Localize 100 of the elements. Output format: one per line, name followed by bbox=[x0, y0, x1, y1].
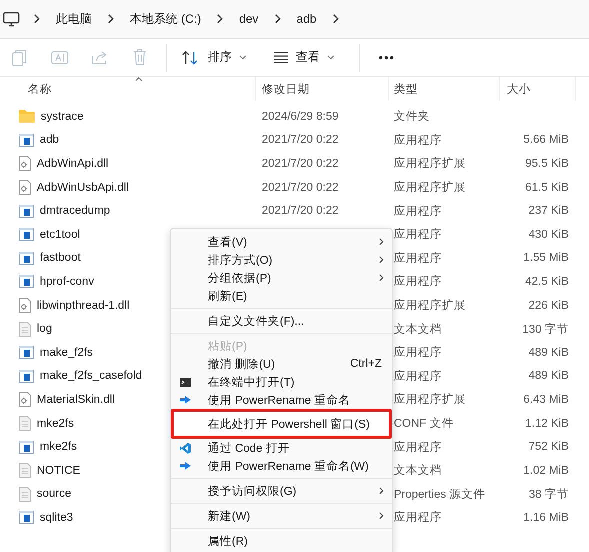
modified-date: 2021/7/20 0:22 bbox=[262, 158, 339, 170]
menu-item[interactable]: 使用 PowerRename 重命名 bbox=[208, 392, 350, 408]
file-type: 文件夹 bbox=[394, 111, 430, 124]
file-name[interactable]: mke2fs bbox=[40, 441, 78, 454]
menu-item[interactable]: 属性(R) bbox=[208, 534, 248, 548]
modified-date: 2021/7/20 0:22 bbox=[262, 205, 339, 218]
file-type: 文本文档 bbox=[394, 324, 442, 336]
caret-icon bbox=[327, 55, 335, 60]
menu-item[interactable]: 通过 Code 打开 bbox=[208, 440, 290, 456]
file-type: 应用程序扩展 bbox=[394, 158, 466, 170]
application-icon bbox=[19, 346, 34, 360]
column-header[interactable]: 类型 bbox=[394, 82, 418, 96]
file-name[interactable]: log bbox=[37, 323, 52, 336]
application-icon bbox=[19, 275, 34, 288]
application-icon bbox=[19, 440, 34, 454]
file-type: 应用程序 bbox=[394, 512, 442, 524]
file-type: 应用程序 bbox=[394, 252, 442, 265]
file-name[interactable]: etc1tool bbox=[40, 228, 80, 241]
file-size: 1.16 MiB bbox=[524, 512, 569, 524]
breadcrumb-item[interactable]: dev bbox=[239, 12, 259, 26]
file-name[interactable]: NOTICE bbox=[37, 464, 80, 477]
menu-item[interactable]: 撤消 删除(U) bbox=[208, 356, 276, 372]
file-name[interactable]: libwinpthread-1.dll bbox=[37, 300, 130, 312]
list-view-icon bbox=[273, 52, 289, 64]
file-name[interactable]: sqlite3 bbox=[40, 512, 74, 524]
sort-button[interactable]: 排序 bbox=[173, 45, 255, 70]
file-type: CONF 文件 bbox=[394, 418, 454, 430]
file-name[interactable]: AdbWinApi.dll bbox=[37, 158, 109, 170]
application-icon bbox=[19, 252, 34, 265]
document-icon bbox=[19, 416, 31, 432]
file-name[interactable]: adb bbox=[40, 134, 60, 146]
file-name[interactable]: source bbox=[37, 488, 72, 500]
code-editor-icon bbox=[180, 442, 191, 454]
file-name[interactable]: hprof-conv bbox=[40, 276, 94, 288]
file-type: 应用程序扩展 bbox=[394, 182, 466, 194]
breadcrumb-item[interactable]: 本地系统 (C:) bbox=[130, 10, 202, 28]
modified-date: 2021/7/20 0:22 bbox=[262, 182, 339, 194]
application-icon bbox=[19, 370, 34, 383]
modified-date: 2024/6/29 8:59 bbox=[262, 110, 339, 123]
file-name[interactable]: AdbWinUsbApi.dll bbox=[37, 182, 130, 194]
menu-item[interactable]: 使用 PowerRename 重命名(W) bbox=[208, 458, 369, 474]
shortcut-text: Ctrl+Z bbox=[350, 358, 382, 370]
file-size: 42.5 KiB bbox=[526, 276, 569, 288]
file-type: 应用程序 bbox=[394, 442, 442, 454]
file-type: Properties 源文件 bbox=[394, 488, 486, 501]
menu-item[interactable]: 在此处打开 Powershell 窗口(S) bbox=[208, 416, 370, 432]
file-size: 237 KiB bbox=[528, 205, 569, 218]
file-type: 应用程序 bbox=[394, 206, 442, 218]
file-name[interactable]: systrace bbox=[41, 110, 84, 123]
more-icon[interactable] bbox=[379, 56, 394, 60]
file-name[interactable]: fastboot bbox=[40, 252, 81, 264]
chevron-icon bbox=[332, 14, 339, 24]
chevron-icon bbox=[274, 14, 281, 24]
file-size: 489 KiB bbox=[528, 370, 569, 382]
caret-icon bbox=[239, 55, 247, 60]
file-size: 95.5 KiB bbox=[526, 158, 569, 170]
file-name[interactable]: make_f2fs bbox=[40, 346, 94, 359]
breadcrumb-item[interactable]: 此电脑 bbox=[56, 10, 92, 28]
folder-icon bbox=[19, 110, 35, 124]
file-name[interactable]: dmtracedump bbox=[40, 205, 110, 218]
column-header[interactable]: 名称 bbox=[28, 82, 52, 96]
menu-item[interactable]: 刷新(E) bbox=[208, 288, 248, 304]
menu-item[interactable]: 新建(W) bbox=[208, 508, 251, 524]
column-header[interactable]: 修改日期 bbox=[262, 82, 310, 96]
dll-file-icon bbox=[19, 392, 31, 408]
document-icon bbox=[19, 463, 31, 478]
file-size: 1.02 MiB bbox=[524, 464, 569, 477]
dll-file-icon bbox=[19, 298, 31, 314]
view-button[interactable]: 查看 bbox=[265, 45, 343, 70]
arrow-icon bbox=[180, 462, 191, 470]
file-size: 61.5 KiB bbox=[526, 182, 569, 194]
file-type: 应用程序 bbox=[394, 276, 442, 288]
menu-item[interactable]: 自定义文件夹(F)... bbox=[208, 314, 304, 328]
file-type: 应用程序 bbox=[394, 229, 442, 242]
file-name[interactable]: mke2fs bbox=[37, 418, 74, 430]
dll-file-icon bbox=[19, 156, 31, 172]
chevron-icon bbox=[34, 14, 40, 24]
menu-item[interactable]: 在终端中打开(T) bbox=[208, 374, 295, 390]
menu-item[interactable]: 授予访问权限(G) bbox=[208, 484, 297, 498]
menu-item[interactable]: 分组依据(P) bbox=[208, 270, 272, 286]
file-size: 752 KiB bbox=[528, 441, 569, 454]
menu-item[interactable]: 查看(V) bbox=[208, 234, 248, 250]
column-header[interactable]: 大小 bbox=[507, 82, 531, 96]
file-type: 应用程序扩展 bbox=[394, 394, 466, 406]
application-icon bbox=[19, 204, 34, 218]
computer-icon[interactable] bbox=[3, 12, 20, 26]
arrow-icon bbox=[180, 396, 191, 404]
chevron-icon bbox=[217, 14, 224, 24]
breadcrumb-item[interactable]: adb bbox=[296, 12, 317, 26]
menu-item[interactable]: 排序方式(O) bbox=[208, 252, 273, 268]
file-name[interactable]: make_f2fs_casefold bbox=[40, 370, 142, 382]
file-size: 6.43 MiB bbox=[524, 394, 569, 406]
file-size: 226 KiB bbox=[528, 300, 569, 312]
application-icon bbox=[19, 511, 34, 524]
modified-date: 2021/7/20 0:22 bbox=[262, 134, 339, 146]
document-icon bbox=[19, 322, 31, 337]
file-size: 5.66 MiB bbox=[524, 134, 569, 146]
file-size: 430 KiB bbox=[528, 228, 569, 241]
chevron-icon bbox=[108, 14, 114, 24]
file-name[interactable]: MaterialSkin.dll bbox=[37, 394, 115, 406]
